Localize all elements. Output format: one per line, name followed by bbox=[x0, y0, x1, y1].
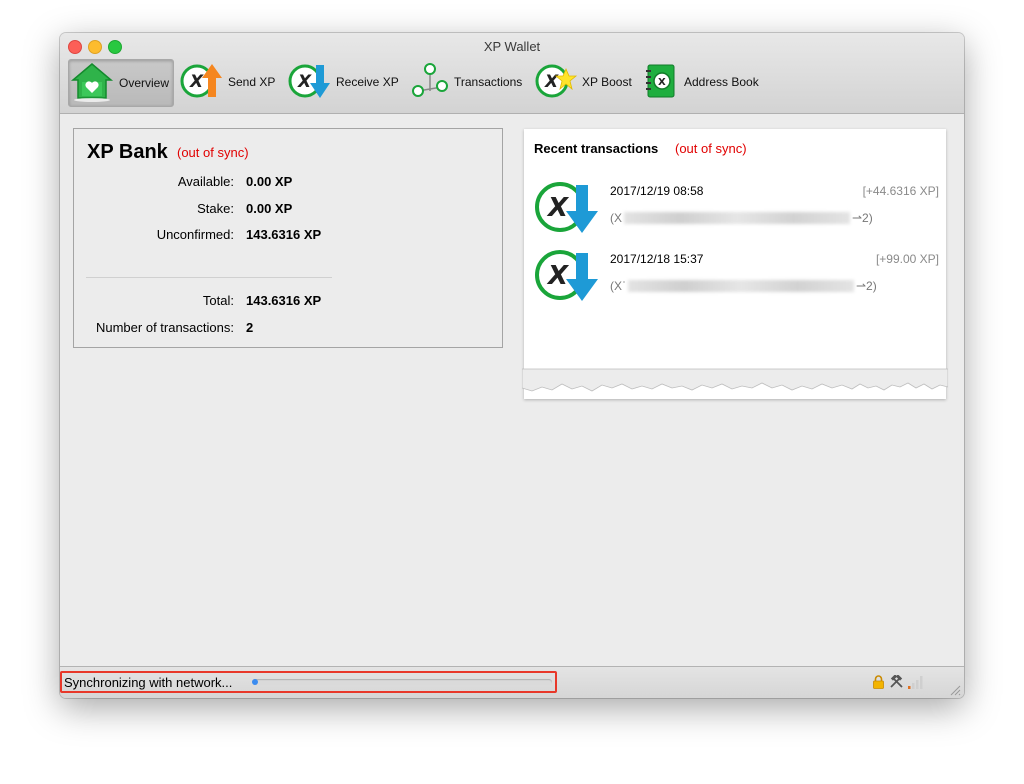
svg-text:X: X bbox=[297, 72, 312, 92]
overview-label: Overview bbox=[119, 76, 170, 90]
resize-grip-icon[interactable] bbox=[949, 684, 961, 696]
staking-tools-icon[interactable] bbox=[889, 674, 904, 694]
svg-text:X: X bbox=[544, 72, 559, 92]
unconfirmed-label: Unconfirmed: bbox=[156, 227, 234, 242]
sync-progress-bar bbox=[252, 679, 552, 685]
tx-count-value: 2 bbox=[246, 320, 254, 335]
xp-boost-label: XP Boost bbox=[582, 75, 632, 89]
svg-text:X: X bbox=[546, 261, 570, 291]
tx-date: 2017/12/18 15:37 bbox=[610, 252, 704, 266]
transactions-icon bbox=[410, 61, 450, 104]
tx-address-end: ⇀2) bbox=[852, 211, 873, 225]
sync-progress-fill bbox=[252, 679, 258, 685]
tx-amount: [+99.00 XP] bbox=[875, 252, 939, 266]
receive-xp-icon: X bbox=[288, 61, 332, 104]
tx-count-row: Number of transactions: bbox=[74, 320, 234, 336]
torn-edge-decoration bbox=[522, 368, 948, 392]
received-tx-icon: X bbox=[534, 179, 600, 240]
available-value: 0.00 XP bbox=[246, 174, 293, 189]
redacted-address bbox=[624, 212, 850, 224]
window-title: XP Wallet bbox=[483, 39, 541, 54]
send-xp-tab[interactable]: X Send XP bbox=[180, 59, 280, 105]
bank-divider bbox=[86, 277, 332, 278]
sync-status-text: Synchronizing with network... bbox=[64, 675, 233, 690]
send-xp-label: Send XP bbox=[228, 75, 276, 89]
app-window: XP Wallet Overview X Send XP X Receive X… bbox=[60, 33, 964, 698]
unconfirmed-value: 143.6316 XP bbox=[246, 227, 322, 242]
transactions-tab[interactable]: Transactions bbox=[410, 59, 524, 105]
svg-text:X: X bbox=[189, 72, 204, 92]
status-bar: Synchronizing with network... bbox=[60, 666, 964, 698]
total-value: 143.6316 XP bbox=[246, 293, 322, 308]
address-book-icon: X bbox=[644, 61, 680, 104]
house-icon bbox=[69, 62, 115, 105]
connections-signal-icon[interactable] bbox=[908, 675, 924, 694]
stake-label: Stake: bbox=[197, 201, 234, 216]
xp-bank-panel: XP Bank (out of sync) Available: 0.00 XP… bbox=[73, 128, 503, 348]
tx-date: 2017/12/19 08:58 bbox=[610, 184, 704, 198]
bank-title: XP Bank bbox=[87, 141, 168, 163]
tx-address: (Xˈ ⇀2) bbox=[610, 279, 877, 293]
tx-amount: [+44.6316 XP] bbox=[862, 184, 939, 198]
receive-xp-label: Receive XP bbox=[336, 75, 399, 89]
title-toolbar-area: XP Wallet Overview X Send XP X Receive X… bbox=[60, 33, 964, 114]
svg-text:X: X bbox=[546, 193, 570, 223]
tx-address-end: ⇀2) bbox=[856, 279, 877, 293]
status-icons bbox=[872, 674, 924, 694]
total-row: Total: bbox=[74, 293, 234, 309]
svg-text:X: X bbox=[658, 77, 666, 88]
received-tx-icon: X bbox=[534, 247, 600, 308]
tx-count-label: Number of transactions: bbox=[95, 320, 234, 335]
recent-sync-status: (out of sync) bbox=[675, 141, 747, 156]
xp-boost-icon: X bbox=[534, 61, 578, 104]
tx-address: (X ⇀2) bbox=[610, 211, 873, 225]
send-xp-icon: X bbox=[180, 61, 224, 104]
lock-icon[interactable] bbox=[872, 675, 885, 694]
sync-highlight-box: Synchronizing with network... bbox=[60, 671, 557, 693]
available-row: Available: bbox=[74, 174, 234, 190]
bank-sync-status: (out of sync) bbox=[177, 145, 249, 160]
total-label: Total: bbox=[202, 293, 234, 308]
xp-boost-tab[interactable]: X XP Boost bbox=[534, 59, 632, 105]
transactions-label: Transactions bbox=[454, 75, 523, 89]
recent-title: Recent transactions bbox=[534, 141, 659, 156]
address-book-tab[interactable]: X Address Book bbox=[644, 59, 760, 105]
address-book-label: Address Book bbox=[684, 75, 759, 89]
recent-transactions-panel: Recent transactions (out of sync) X 2017… bbox=[522, 129, 948, 399]
stake-row: Stake: bbox=[74, 201, 234, 217]
overview-tab[interactable]: Overview bbox=[68, 59, 174, 107]
redacted-address bbox=[628, 280, 854, 292]
available-label: Available: bbox=[177, 174, 234, 189]
tx-address-start: (Xˈ bbox=[610, 279, 626, 293]
receive-xp-tab[interactable]: X Receive XP bbox=[288, 59, 400, 105]
unconfirmed-row: Unconfirmed: bbox=[74, 227, 234, 243]
tx-address-start: (X bbox=[610, 211, 622, 225]
stake-value: 0.00 XP bbox=[246, 201, 293, 216]
